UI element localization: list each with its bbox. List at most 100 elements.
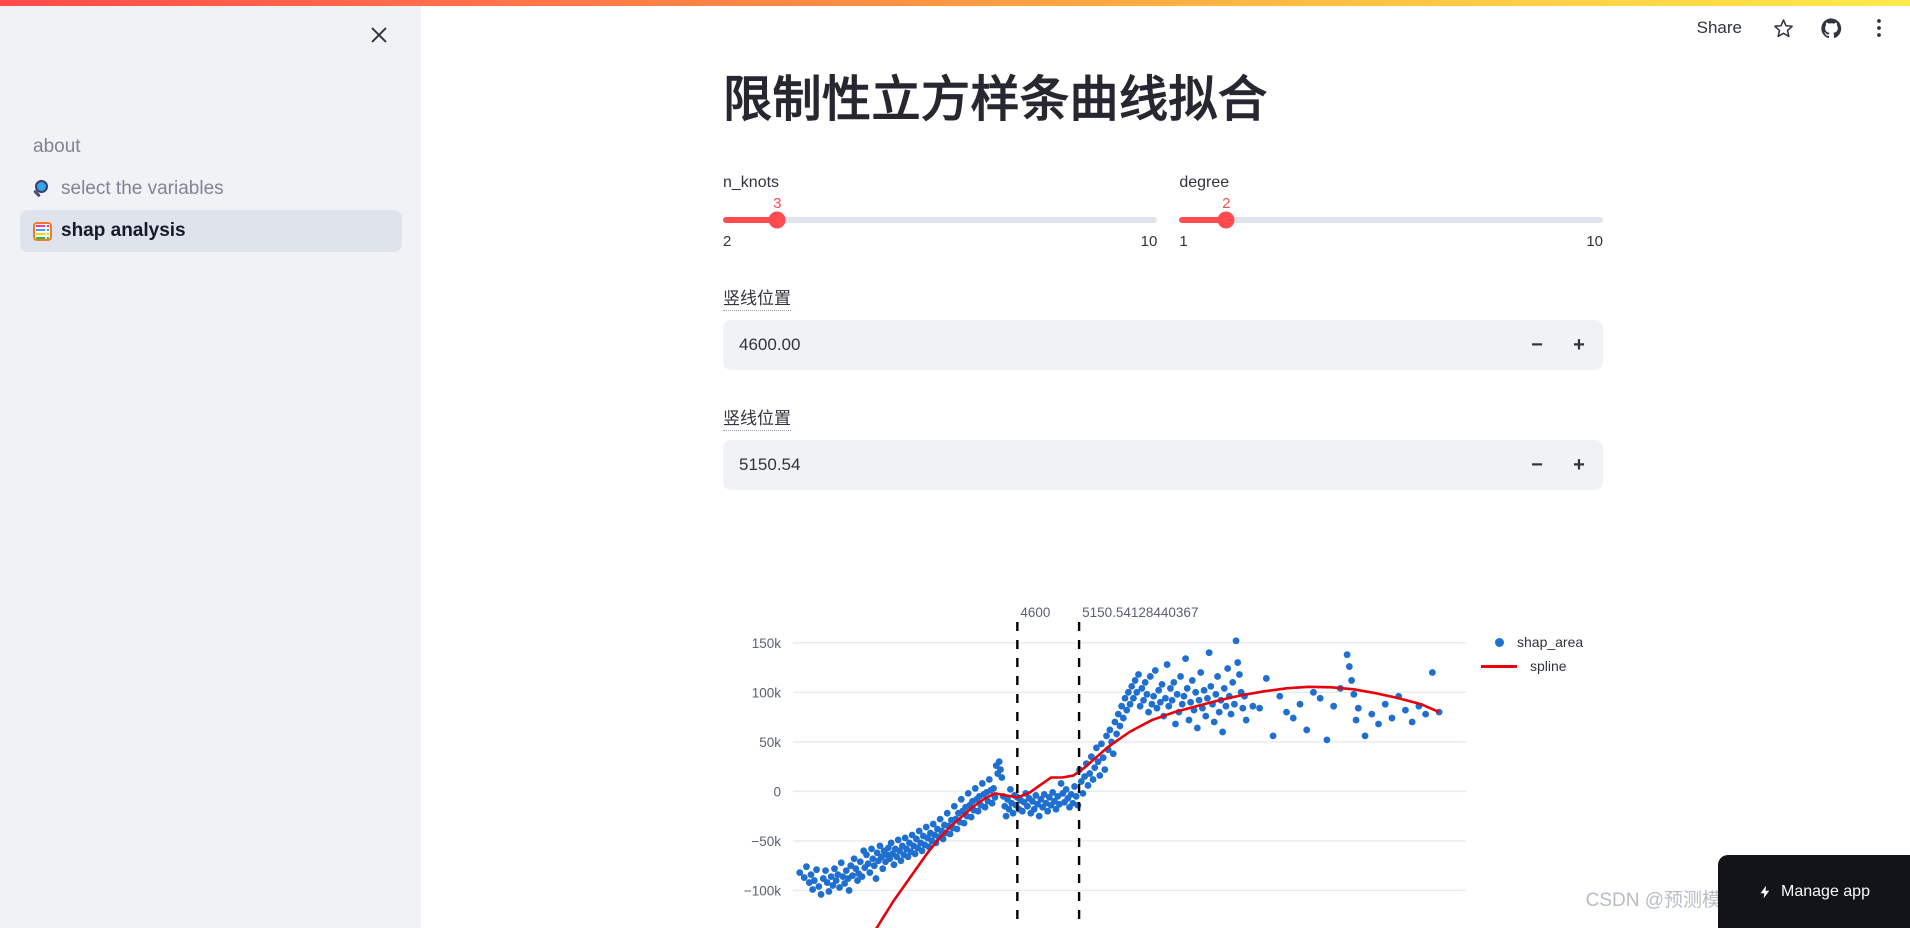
data-point	[1123, 706, 1131, 714]
header-toolbar: Share	[1691, 14, 1892, 42]
data-point	[1109, 750, 1117, 758]
data-point	[995, 758, 1003, 766]
data-point	[974, 807, 982, 815]
data-point	[1352, 716, 1360, 724]
data-point	[832, 877, 840, 884]
search-icon	[33, 179, 52, 199]
data-point	[837, 859, 845, 867]
data-point	[1343, 651, 1351, 659]
sidebar-item-shap-analysis[interactable]: shap analysis	[20, 210, 402, 252]
data-point	[1009, 809, 1017, 817]
slider-n-knots: n_knots 3 2 10	[723, 174, 1158, 250]
y-axis-tick-label: −50k	[751, 834, 781, 849]
data-point	[971, 785, 979, 792]
data-point	[1180, 692, 1188, 700]
data-point	[1153, 704, 1161, 712]
manage-app-button[interactable]: Manage app	[1718, 855, 1910, 928]
y-axis-tick-label: 150k	[752, 636, 782, 651]
app-root: about select the variables shap analysis…	[0, 0, 1910, 928]
data-point	[1224, 665, 1232, 672]
number-field-1: 竖线位置 4600.00 − +	[723, 284, 1603, 371]
data-point	[897, 857, 905, 865]
data-point	[890, 861, 898, 869]
github-button[interactable]	[1818, 15, 1844, 41]
increment-button[interactable]: +	[1569, 333, 1589, 357]
data-point	[918, 847, 926, 855]
data-point	[1140, 696, 1147, 704]
increment-button[interactable]: +	[1569, 453, 1589, 477]
data-point	[985, 776, 993, 783]
slider-track[interactable]	[1179, 211, 1603, 229]
slider-track[interactable]	[723, 211, 1158, 229]
data-point	[1170, 679, 1178, 686]
stepper-buttons: − +	[1527, 320, 1589, 370]
legend-item-shap-area[interactable]: shap_area	[1491, 630, 1583, 654]
slider-max-label: 10	[1586, 233, 1603, 251]
data-point	[1161, 694, 1169, 702]
number-input-vertical-line-2[interactable]: 5150.54 − +	[723, 440, 1603, 491]
sidebar-item-about[interactable]: about	[20, 126, 402, 168]
data-point	[866, 869, 874, 877]
share-button[interactable]: Share	[1691, 14, 1748, 42]
decrement-button[interactable]: −	[1527, 333, 1547, 357]
number-field-2: 竖线位置 5150.54 − +	[723, 404, 1603, 491]
slider-value: 2	[1222, 195, 1231, 213]
data-point	[1193, 724, 1201, 732]
favorite-star-button[interactable]	[1770, 15, 1796, 41]
data-point	[1163, 661, 1171, 668]
data-point	[946, 830, 954, 838]
page-title: 限制性立方样条曲线拟合	[723, 73, 1268, 127]
data-point	[1168, 696, 1176, 704]
data-point	[1096, 772, 1104, 779]
data-point	[1348, 677, 1355, 684]
data-point	[1178, 700, 1186, 708]
data-point	[1035, 812, 1043, 820]
decrement-button[interactable]: −	[1527, 453, 1547, 477]
slider-min-label: 1	[1179, 233, 1188, 251]
sidebar-item-label: about	[33, 136, 81, 157]
data-point	[1187, 698, 1195, 706]
data-point	[1098, 740, 1105, 748]
number-input-value: 5150.54	[739, 455, 801, 475]
slider-thumb[interactable]	[1217, 211, 1235, 229]
data-point	[1354, 704, 1362, 712]
data-point	[922, 823, 930, 831]
data-point	[1256, 704, 1264, 712]
data-point	[1143, 690, 1151, 698]
data-point	[1289, 714, 1297, 722]
data-point	[1361, 732, 1369, 740]
data-point	[1316, 694, 1324, 702]
data-point	[1138, 684, 1146, 692]
data-point	[1006, 786, 1014, 793]
number-input-vertical-line-1[interactable]: 4600.00 − +	[723, 320, 1603, 371]
sidebar-close-button[interactable]	[362, 18, 396, 52]
data-point	[1422, 710, 1430, 718]
more-menu-button[interactable]	[1866, 15, 1892, 41]
data-point	[957, 795, 965, 803]
slider-thumb[interactable]	[768, 211, 786, 229]
data-point	[997, 766, 1004, 773]
abacus-icon	[33, 221, 52, 241]
data-point	[1204, 694, 1211, 702]
data-point	[1044, 807, 1052, 815]
data-point	[990, 785, 997, 792]
data-point	[1428, 669, 1436, 676]
sidebar-item-select-the-variables[interactable]: select the variables	[20, 168, 402, 210]
sidebar-item-label: shap analysis	[61, 220, 186, 241]
data-point	[1207, 682, 1215, 690]
data-point	[1276, 692, 1284, 700]
data-point	[1330, 702, 1338, 710]
legend-marker-line	[1481, 664, 1517, 668]
data-point	[1155, 686, 1163, 694]
legend-item-spline[interactable]: spline	[1481, 654, 1583, 678]
scatter-spline-chart[interactable]: 150k 100k 50k 0 −50k −100k 4600 5150.5412844036…	[721, 600, 1621, 928]
data-point	[998, 774, 1006, 781]
data-point	[1131, 677, 1139, 684]
data-point	[1192, 688, 1200, 696]
data-point	[1229, 679, 1237, 686]
data-point	[887, 839, 895, 847]
data-point	[1214, 673, 1221, 680]
legend-marker-dot	[1495, 637, 1504, 647]
data-point	[1212, 690, 1220, 698]
slider-range-labels: 2 10	[723, 233, 1157, 250]
